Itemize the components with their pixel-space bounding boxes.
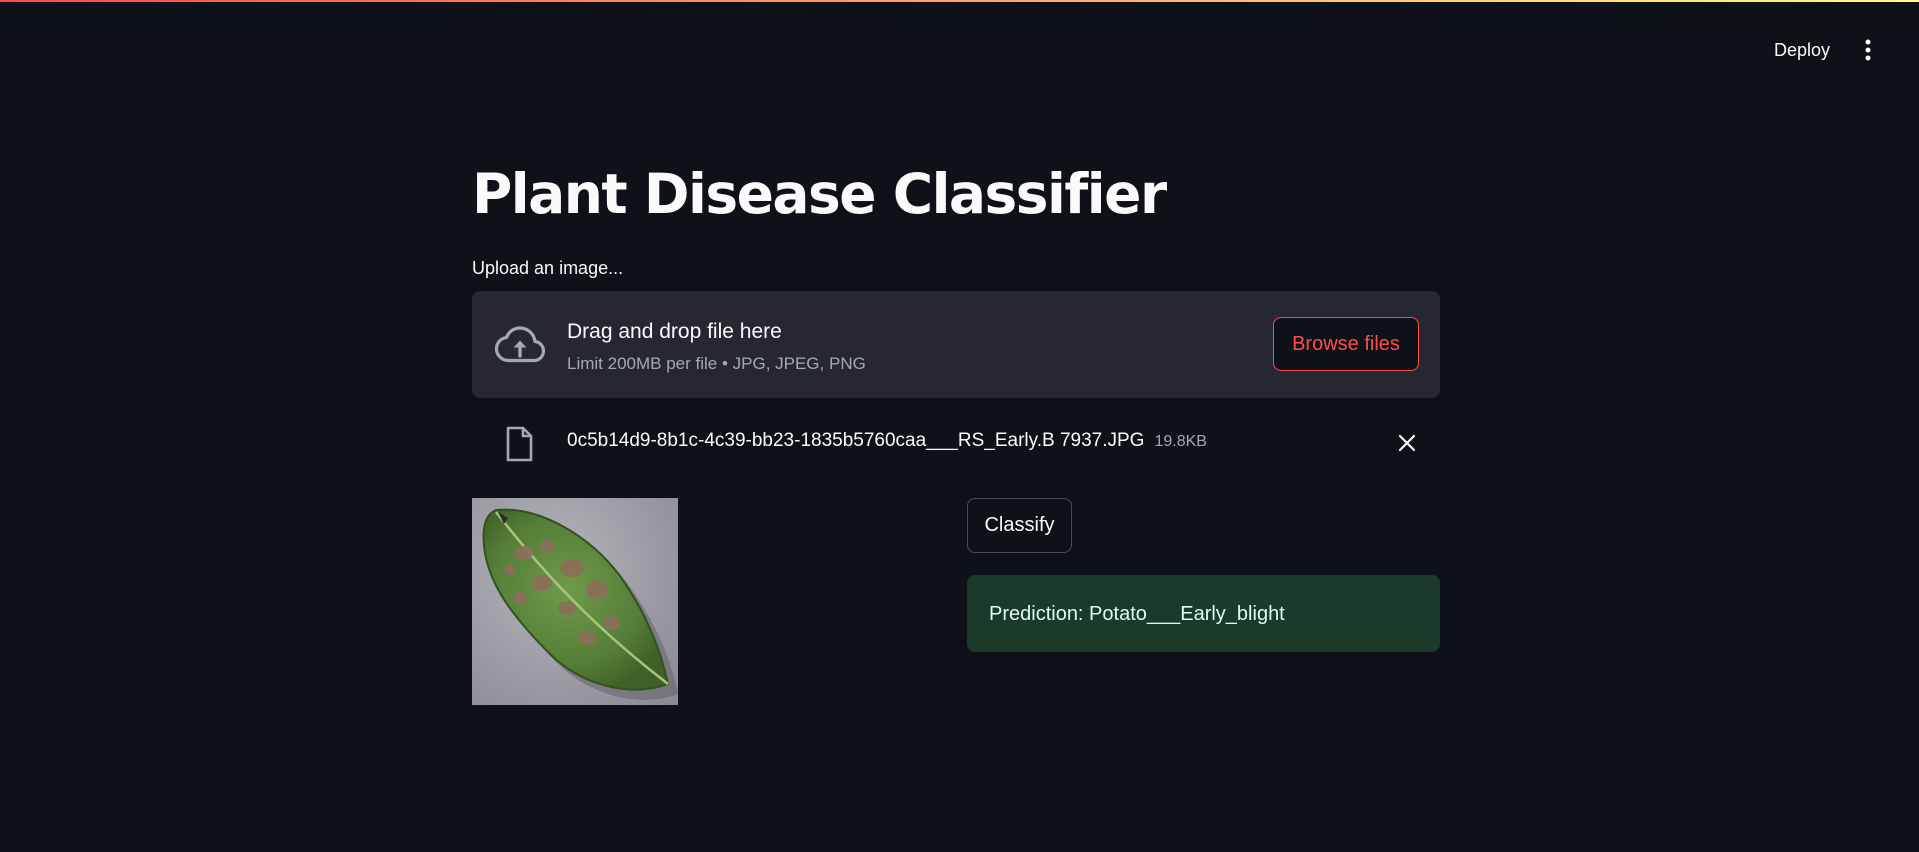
leaf-illustration <box>482 508 678 700</box>
dropzone-limits: Limit 200MB per file • JPG, JPEG, PNG <box>567 354 866 373</box>
file-icon <box>506 426 533 462</box>
uploaded-file-size: 19.8KB <box>1154 433 1207 450</box>
leaf-preview-image <box>472 498 678 705</box>
cloud-upload-icon <box>494 326 546 363</box>
prediction-alert: Prediction: Potato___Early_blight <box>967 575 1440 652</box>
close-icon <box>1398 434 1416 452</box>
app-header: Deploy <box>0 2 1919 94</box>
file-dropzone[interactable]: Drag and drop file here Limit 200MB per … <box>472 291 1440 398</box>
classify-button[interactable]: Classify <box>967 498 1072 553</box>
main-menu-button[interactable] <box>1852 32 1884 68</box>
uploader-label: Upload an image... <box>472 258 624 278</box>
remove-file-button[interactable] <box>1392 428 1422 458</box>
uploaded-file-name: 0c5b14d9-8b1c-4c39-bb23-1835b5760caa___R… <box>567 430 1145 451</box>
page-title: Plant Disease Classifier <box>472 162 1167 226</box>
browse-files-button[interactable]: Browse files <box>1273 317 1419 371</box>
deploy-button[interactable]: Deploy <box>1764 34 1840 66</box>
dropzone-title: Drag and drop file here <box>567 320 782 343</box>
vertical-dots-icon <box>1865 39 1871 61</box>
uploaded-file-row: 0c5b14d9-8b1c-4c39-bb23-1835b5760caa___R… <box>472 420 1440 466</box>
uploaded-file-info: 0c5b14d9-8b1c-4c39-bb23-1835b5760caa___R… <box>567 429 1207 454</box>
prediction-text: Prediction: Potato___Early_blight <box>989 603 1285 625</box>
